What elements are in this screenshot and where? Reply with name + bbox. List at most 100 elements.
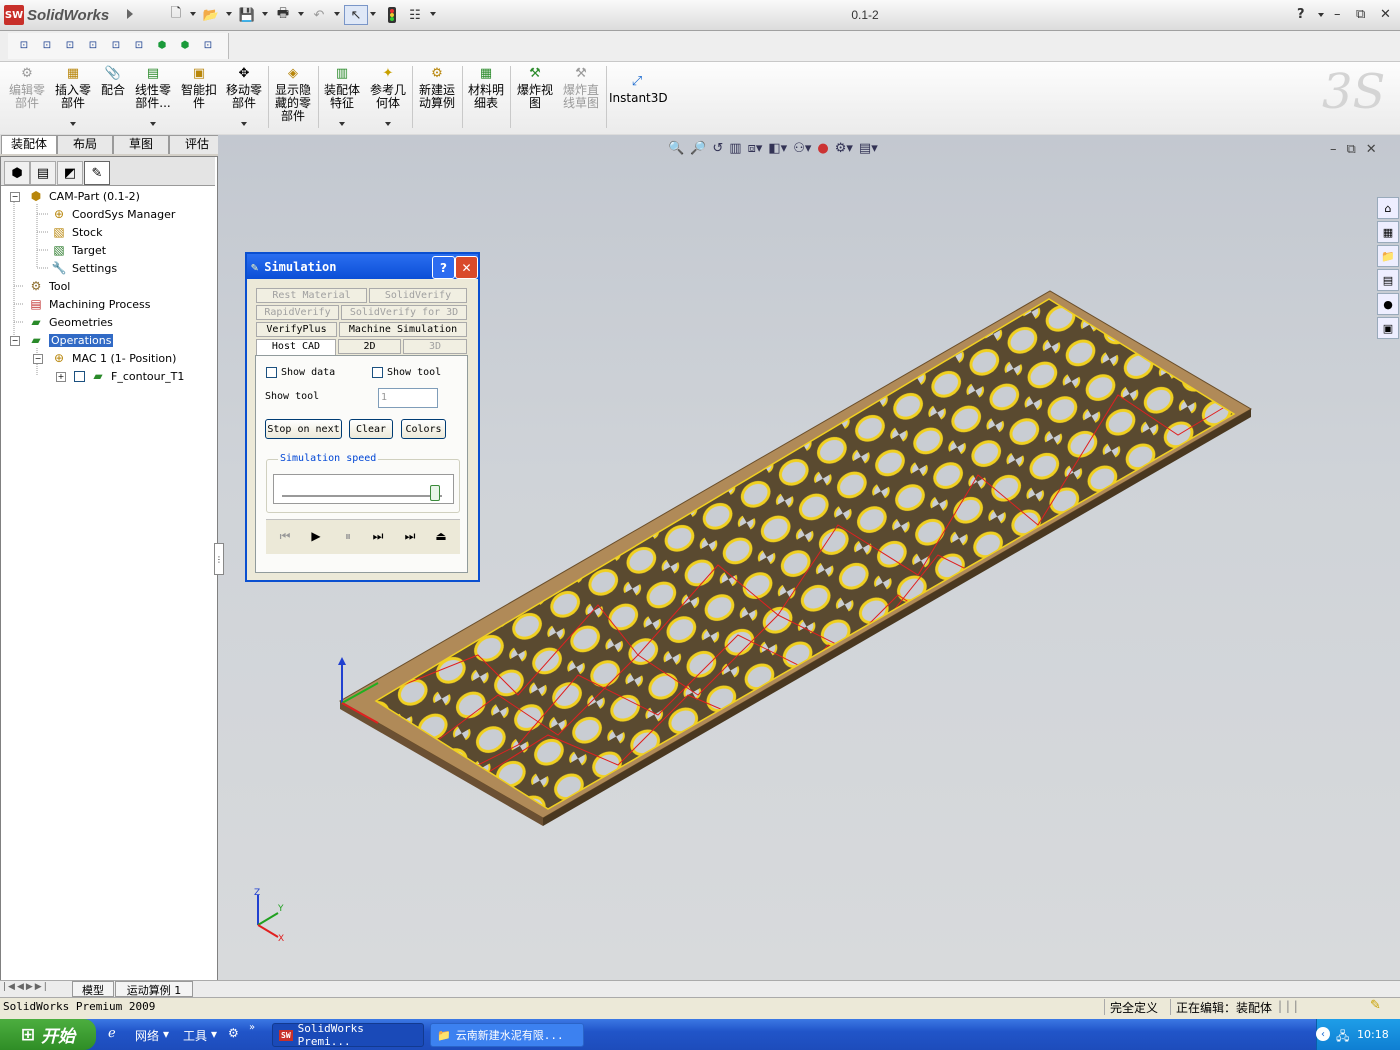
- tree-item-target[interactable]: ▧ Target: [50, 242, 106, 258]
- stop-on-next-button[interactable]: Stop on next: [265, 419, 342, 439]
- step-back-icon[interactable]: ⏮: [276, 528, 294, 544]
- task-pane-custom-properties-icon[interactable]: ▣: [1377, 317, 1399, 339]
- menu-expand-arrow-icon[interactable]: [127, 9, 133, 19]
- select-cursor-icon[interactable]: ↖: [344, 5, 368, 25]
- tab-layout[interactable]: 布局: [57, 135, 113, 154]
- quicklaunch-more-icon[interactable]: »: [249, 1022, 255, 1033]
- new-dropdown-icon[interactable]: [190, 12, 196, 16]
- step-forward-icon[interactable]: ⏭: [369, 528, 387, 544]
- task-pane-view-palette-icon[interactable]: ▤: [1377, 269, 1399, 291]
- close-window-icon[interactable]: ✕: [1380, 7, 1391, 22]
- slider-thumb[interactable]: [430, 485, 440, 501]
- linear-pattern-dropdown-icon[interactable]: [150, 122, 156, 126]
- tab-motion-study-1[interactable]: 运动算例 1: [115, 981, 193, 997]
- help-dropdown-icon[interactable]: [1318, 13, 1324, 17]
- help-button[interactable]: ?: [1297, 7, 1305, 22]
- save-dropdown-icon[interactable]: [262, 12, 268, 16]
- tree-item-tool[interactable]: ⚙ Tool: [27, 278, 71, 294]
- tab-3d[interactable]: 3D: [403, 339, 467, 354]
- restore-window-icon[interactable]: ⧉: [1356, 7, 1365, 22]
- tray-expand-icon[interactable]: ‹: [1316, 1027, 1330, 1041]
- tree-item-mac[interactable]: ⊕ MAC 1 (1- Position): [50, 350, 176, 366]
- save-icon[interactable]: 💾: [236, 5, 258, 25]
- tab-assembly[interactable]: 装配体: [1, 135, 57, 154]
- status-tag-icon[interactable]: ✎: [1370, 998, 1381, 1013]
- tab-host-cad[interactable]: Host CAD: [256, 339, 336, 356]
- options-dropdown-icon[interactable]: [430, 12, 436, 16]
- tab-sketch[interactable]: 草图: [113, 135, 169, 154]
- new-motion-study-button[interactable]: ⚙ 新建运 动算例: [415, 64, 459, 110]
- explode-line-sketch-button[interactable]: ⚒ 爆炸直 线草图: [559, 64, 603, 110]
- tree-item-machining-process[interactable]: ▤ Machining Process: [27, 296, 150, 312]
- tab-model[interactable]: 模型: [72, 981, 114, 997]
- task-solidworks[interactable]: SW SolidWorks Premi...: [272, 1022, 424, 1048]
- ie-quicklaunch-icon[interactable]: ℯ: [108, 1026, 116, 1041]
- contour-expand-toggle[interactable]: +: [56, 372, 66, 382]
- root-collapse-toggle[interactable]: −: [10, 192, 20, 202]
- open-folder-icon[interactable]: 📂: [200, 5, 222, 25]
- front-view-icon[interactable]: ⊡: [14, 36, 34, 54]
- tab-rest-material[interactable]: Rest Material: [256, 288, 367, 303]
- show-data-checkbox[interactable]: [266, 367, 277, 378]
- pause-icon[interactable]: ⏸: [339, 528, 357, 544]
- tree-item-operations[interactable]: ▰ Operations: [27, 332, 114, 348]
- dimetric-view-icon[interactable]: ⬢: [175, 36, 195, 54]
- instant3d-button[interactable]: ⤢ Instant3D: [609, 72, 668, 105]
- tab-scroll-arrows-icon[interactable]: |◀◀▶▶|: [3, 982, 49, 992]
- quicklaunch-app-icon[interactable]: ⚙: [228, 1026, 239, 1040]
- task-folder[interactable]: 📁 云南新建水泥有限...: [430, 1023, 584, 1047]
- panel-collapse-handle[interactable]: ⋮: [214, 543, 224, 575]
- cam-manager-tab-icon[interactable]: ✎: [84, 161, 110, 185]
- tree-item-settings[interactable]: 🔧 Settings: [50, 260, 118, 276]
- assembly-features-dropdown-icon[interactable]: [339, 122, 345, 126]
- tab-solidverify[interactable]: SolidVerify: [369, 288, 467, 303]
- new-document-icon[interactable]: 🗋: [165, 5, 187, 25]
- options-icon[interactable]: ☷: [404, 5, 426, 25]
- tree-item-coordsys[interactable]: ⊕ CoordSys Manager: [50, 206, 175, 222]
- left-view-icon[interactable]: ⊡: [60, 36, 80, 54]
- app-logo[interactable]: SW SolidWorks: [4, 4, 109, 26]
- run-to-end-icon[interactable]: ⏭: [401, 528, 419, 544]
- isometric-view-icon[interactable]: ⬢: [152, 36, 172, 54]
- bottom-view-icon[interactable]: ⊡: [129, 36, 149, 54]
- edit-component-button[interactable]: ⚙ 编辑零 部件: [6, 64, 48, 110]
- simulation-speed-slider[interactable]: [273, 474, 454, 504]
- show-hidden-components-button[interactable]: ◈ 显示隐 藏的零 部件: [271, 64, 315, 123]
- tab-2d[interactable]: 2D: [338, 339, 401, 354]
- move-component-dropdown-icon[interactable]: [241, 122, 247, 126]
- tab-verifyplus[interactable]: VerifyPlus: [256, 322, 337, 337]
- open-dropdown-icon[interactable]: [226, 12, 232, 16]
- tab-solidverify-3d[interactable]: SolidVerify for 3D: [341, 305, 467, 320]
- insert-component-button[interactable]: ▦ 插入零 部件: [52, 64, 94, 110]
- reference-geometry-button[interactable]: ✦ 参考几 何体: [367, 64, 409, 110]
- task-pane-design-library-icon[interactable]: ▦: [1377, 221, 1399, 243]
- start-button[interactable]: ⊞ 开始: [0, 1019, 96, 1050]
- rebuild-traffic-light-icon[interactable]: [381, 5, 403, 25]
- tab-machine-simulation[interactable]: Machine Simulation: [339, 322, 467, 337]
- configuration-manager-tab-icon[interactable]: ◩: [57, 161, 83, 185]
- reference-geometry-dropdown-icon[interactable]: [385, 122, 391, 126]
- print-dropdown-icon[interactable]: [298, 12, 304, 16]
- print-icon[interactable]: 🖶: [272, 5, 294, 25]
- play-icon[interactable]: ▶: [307, 528, 325, 544]
- operations-collapse-toggle[interactable]: −: [10, 336, 20, 346]
- tab-evaluate[interactable]: 评估: [169, 135, 225, 154]
- dialog-help-icon[interactable]: ?: [432, 256, 455, 279]
- task-pane-appearances-icon[interactable]: ●: [1377, 293, 1399, 315]
- select-dropdown-icon[interactable]: [370, 12, 376, 16]
- colors-button[interactable]: Colors: [401, 419, 446, 439]
- right-view-icon[interactable]: ⊡: [83, 36, 103, 54]
- contour-checkbox[interactable]: [74, 371, 85, 382]
- tree-item-f-contour[interactable]: ▰ F_contour_T1: [89, 368, 184, 384]
- mate-button[interactable]: 📎 配合: [98, 64, 128, 97]
- linear-pattern-button[interactable]: ▤ 线性零 部件...: [131, 64, 175, 110]
- back-view-icon[interactable]: ⊡: [37, 36, 57, 54]
- network-toolbar[interactable]: 网络 ▾: [135, 1027, 169, 1044]
- feature-manager-tab-icon[interactable]: ⬢: [4, 161, 30, 185]
- tools-toolbar[interactable]: 工具 ▾: [183, 1027, 217, 1044]
- eject-exit-icon[interactable]: ⏏: [432, 528, 450, 544]
- undo-dropdown-icon[interactable]: [334, 12, 340, 16]
- tree-root-cam-part[interactable]: ⬢ CAM-Part (0.1-2): [27, 188, 140, 204]
- mac-collapse-toggle[interactable]: −: [33, 354, 43, 364]
- assembly-features-button[interactable]: ▥ 装配体 特征: [321, 64, 363, 110]
